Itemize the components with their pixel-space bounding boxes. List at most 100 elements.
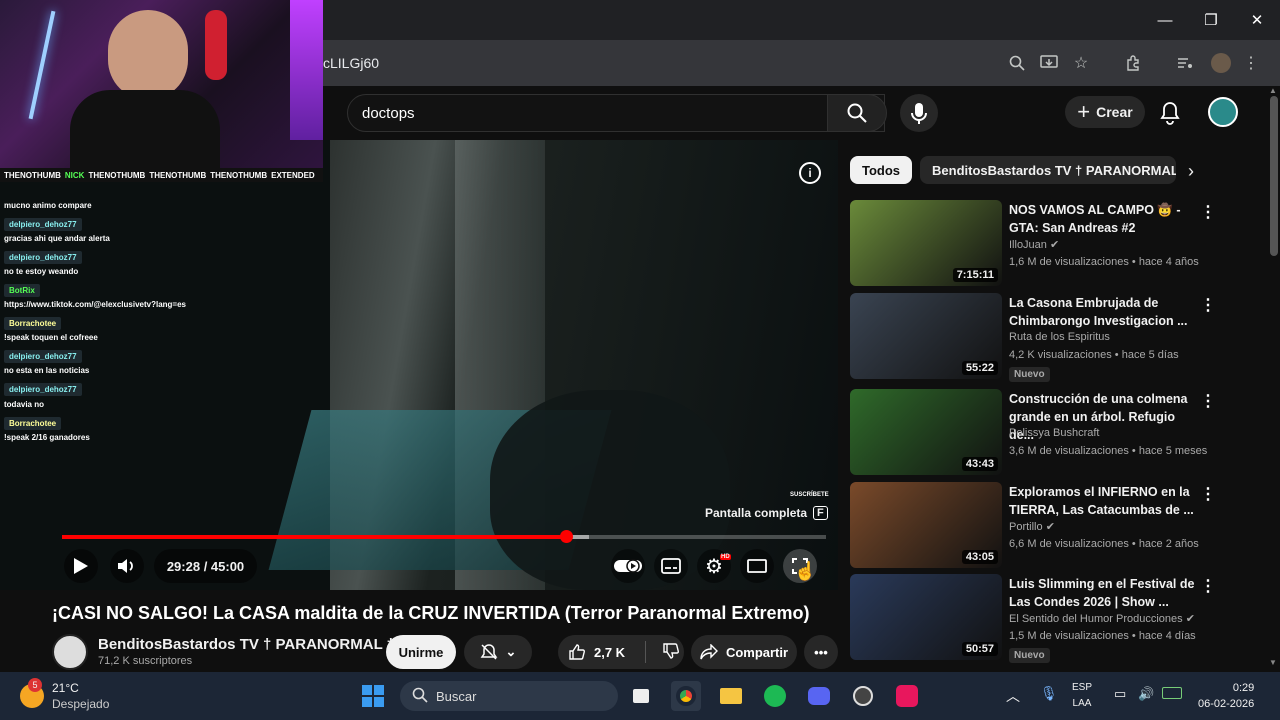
recommendation-title[interactable]: Luis Slimming en el Festival de Las Cond… [1009, 575, 1199, 611]
microphone-icon[interactable]: 🎙 [1040, 685, 1058, 702]
recommendation-item[interactable]: 55:22 La Casona Embrujada de Chimbarongo … [850, 293, 1260, 382]
video-thumbnail[interactable]: 55:22 [850, 293, 1002, 379]
maximize-button[interactable]: ❐ [1188, 0, 1234, 40]
tiktok-icon[interactable] [892, 681, 922, 711]
stream-chat-overlay: mucno animo compare delpiero_dehoz77 gra… [0, 196, 323, 450]
close-button[interactable]: ✕ [1234, 0, 1280, 40]
media-control-icon[interactable] [1175, 53, 1195, 73]
bell-off-icon [480, 644, 497, 660]
page-scrollbar[interactable]: ▲ ▼ [1268, 86, 1280, 670]
subscribe-watermark[interactable]: SUSCRÍBETE [790, 492, 829, 498]
search-button[interactable] [827, 94, 887, 132]
progress-bar[interactable] [62, 530, 826, 543]
kebab-menu-icon[interactable]: ⋮ [1200, 484, 1216, 504]
recommendation-item[interactable]: 43:43 Construcción de una colmena grande … [850, 389, 1260, 477]
info-icon[interactable]: i [799, 162, 821, 184]
share-button[interactable]: Compartir [691, 635, 797, 669]
kebab-menu-icon[interactable]: ⋮ [1200, 202, 1216, 222]
battery-icon[interactable] [1162, 687, 1182, 699]
more-actions-button[interactable]: ••• [804, 635, 838, 669]
chevron-right-icon[interactable]: › [1178, 158, 1204, 184]
video-thumbnail[interactable]: 43:05 [850, 482, 1002, 568]
verified-icon: ✔ [1045, 521, 1055, 533]
autoplay-toggle[interactable] [611, 549, 645, 583]
chip-all[interactable]: Todos [850, 156, 913, 184]
bookmark-star-icon[interactable]: ☆ [1071, 53, 1091, 73]
recommendation-item[interactable]: 43:05 Exploramos el INFIERNO en la TIERRA… [850, 482, 1260, 570]
tooltip-text: Pantalla completa [705, 506, 808, 520]
app-icon[interactable] [848, 681, 878, 711]
kebab-menu-icon[interactable]: ⋮ [1200, 576, 1216, 596]
network-icon[interactable]: ▭ [1114, 686, 1126, 702]
recommendation-channel[interactable]: IlloJuan ✔ [1009, 238, 1059, 251]
recommendation-title[interactable]: La Casona Embrujada de Chimbarongo Inves… [1009, 294, 1199, 330]
dislike-button[interactable] [662, 642, 680, 663]
join-button[interactable]: Unirme [386, 635, 456, 669]
task-view-icon[interactable] [626, 681, 656, 711]
voice-search-button[interactable] [900, 94, 938, 132]
taskbar-search[interactable]: Buscar [400, 681, 618, 711]
spotify-icon[interactable] [760, 681, 790, 711]
scrollbar-thumb[interactable] [1270, 96, 1278, 256]
video-thumbnail[interactable]: 50:57 [850, 574, 1002, 660]
create-label: Crear [1096, 104, 1133, 120]
kebab-menu-icon[interactable]: ⋮ [1200, 391, 1216, 411]
channel-avatar[interactable] [52, 634, 88, 670]
volume-button[interactable] [110, 549, 144, 583]
chat-username: Borrachotee [4, 417, 62, 430]
chat-username: delpiero_dehoz77 [4, 218, 82, 231]
recommendation-meta: 4,2 K visualizaciones • hace 5 días [1009, 349, 1179, 361]
volume-icon[interactable]: 🔊 [1138, 686, 1154, 702]
view-count: 1,5 M de visualizaciones [1009, 630, 1129, 642]
system-clock[interactable]: 0:29 06-02-2026 [1198, 680, 1254, 712]
chip-channel[interactable]: BenditosBastardos TV † PARANORMAL † [920, 156, 1177, 184]
channel-label: El Sentido del Humor Producciones [1009, 613, 1183, 625]
video-thumbnail[interactable]: 43:43 [850, 389, 1002, 475]
install-app-icon[interactable] [1039, 53, 1059, 73]
subtitles-button[interactable] [654, 549, 688, 583]
recommendation-item[interactable]: 7:15:11 NOS VAMOS AL CAMPO 🤠 - GTA: San A… [850, 200, 1260, 288]
chat-username: BotRix [4, 284, 40, 297]
kebab-menu-icon[interactable]: ⋮ [1200, 295, 1216, 315]
recommendation-title[interactable]: NOS VAMOS AL CAMPO 🤠 - GTA: San Andreas … [1009, 201, 1199, 237]
notifications-bell-icon[interactable] [1159, 101, 1181, 130]
channel-name[interactable]: BenditosBastardos TV † PARANORMAL † [98, 636, 395, 653]
create-button[interactable]: + Crear [1065, 96, 1145, 128]
weather-condition: Despejado [52, 697, 110, 711]
recommendation-channel[interactable]: El Sentido del Humor Producciones ✔ [1009, 612, 1195, 625]
play-icon [74, 558, 88, 574]
mouse-cursor-icon: ☝ [794, 561, 817, 581]
video-thumbnail[interactable]: 7:15:11 [850, 200, 1002, 286]
extensions-icon[interactable] [1123, 53, 1143, 73]
chevron-up-icon[interactable]: ︿ [1006, 686, 1020, 706]
windows-start-icon[interactable] [358, 681, 388, 711]
search-input[interactable]: doctops [362, 105, 415, 122]
url-field[interactable]: cLILGj60 [323, 55, 379, 71]
file-explorer-icon[interactable] [716, 681, 746, 711]
theater-mode-button[interactable] [740, 549, 774, 583]
search-box[interactable]: doctops ✕ [347, 94, 885, 132]
discord-icon[interactable] [804, 681, 834, 711]
recommendation-channel[interactable]: Portillo ✔ [1009, 520, 1055, 533]
scroll-up-arrow[interactable]: ▲ [1269, 86, 1277, 95]
weather-widget[interactable]: 5 21°C Despejado [20, 678, 110, 712]
recommendation-item[interactable]: 50:57 Luis Slimming en el Festival de Las… [850, 574, 1260, 663]
recommendation-channel[interactable]: Polissya Bushcraft [1009, 427, 1099, 439]
more-options-icon[interactable]: ⋮ [1241, 53, 1261, 73]
subscriber-count: 71,2 K suscriptores [98, 655, 193, 667]
recommendation-channel[interactable]: Ruta de los Espiritus [1009, 331, 1110, 343]
sun-icon: 5 [20, 678, 44, 708]
zoom-icon[interactable] [1007, 53, 1027, 73]
chat-message: no esta en las noticias [4, 366, 90, 375]
play-button[interactable] [64, 549, 98, 583]
minimize-button[interactable]: — [1142, 0, 1188, 40]
language-indicator[interactable]: ESP LAA [1072, 680, 1092, 712]
chrome-icon[interactable] [671, 681, 701, 711]
like-button[interactable]: 2,7 K [568, 643, 625, 661]
recommendation-title[interactable]: Exploramos el INFIERNO en la TIERRA, Las… [1009, 483, 1199, 519]
user-avatar[interactable] [1208, 97, 1238, 127]
scroll-down-arrow[interactable]: ▼ [1269, 658, 1277, 667]
social-handle: THENOTHUMB [149, 170, 207, 180]
profile-avatar[interactable] [1211, 53, 1231, 73]
subscription-bell-button[interactable]: ⌄ [464, 635, 532, 669]
